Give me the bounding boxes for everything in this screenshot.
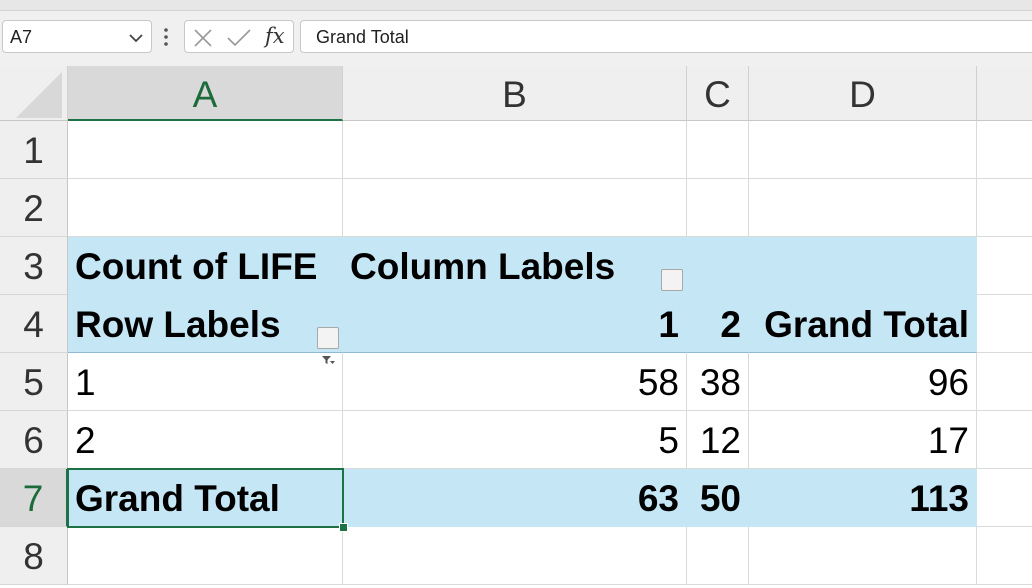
column-header-e[interactable] <box>977 66 1032 121</box>
pivot-value-field[interactable]: Count of LIFE <box>68 237 343 295</box>
pivot-row-labels-text: Row Labels <box>75 304 281 345</box>
cell-d1[interactable] <box>749 121 977 179</box>
select-all-triangle-icon <box>16 72 62 118</box>
pivot-row-total[interactable]: 17 <box>749 411 977 469</box>
cell-e4[interactable] <box>977 295 1032 353</box>
cell-b2[interactable] <box>343 179 687 237</box>
row-header-4[interactable]: 4 <box>0 295 68 353</box>
pivot-column-labels-text: Column Labels <box>350 246 616 287</box>
cancel-icon[interactable] <box>193 29 213 47</box>
formula-bar-area: A7 fx Grand Total <box>0 0 1032 66</box>
pivot-value[interactable]: 12 <box>687 411 749 469</box>
pivot-grand-total-sum[interactable]: 113 <box>749 469 977 527</box>
formula-buttons: fx <box>184 20 294 53</box>
row-header-5[interactable]: 5 <box>0 353 68 411</box>
pivot-col-key-2[interactable]: 2 <box>687 295 749 353</box>
cell-c1[interactable] <box>687 121 749 179</box>
column-header-c[interactable]: C <box>687 66 749 121</box>
cell-a1[interactable] <box>68 121 343 179</box>
more-options-icon[interactable] <box>163 27 169 47</box>
chevron-down-icon[interactable] <box>129 34 143 43</box>
row-header-6[interactable]: 6 <box>0 411 68 469</box>
cell-e8[interactable] <box>977 527 1032 585</box>
cell-d8[interactable] <box>749 527 977 585</box>
pivot-value[interactable]: 58 <box>343 353 687 411</box>
enter-check-icon[interactable] <box>226 29 252 47</box>
cell-e5[interactable] <box>977 353 1032 411</box>
cell-e3[interactable] <box>977 237 1032 295</box>
column-labels-filter-button[interactable] <box>661 269 683 306</box>
row-header-1[interactable]: 1 <box>0 121 68 179</box>
pivot-value[interactable]: 5 <box>343 411 687 469</box>
cell-c2[interactable] <box>687 179 749 237</box>
column-header-a[interactable]: A <box>68 66 343 121</box>
cell-b8[interactable] <box>343 527 687 585</box>
pivot-column-labels[interactable]: Column Labels <box>343 237 687 306</box>
cell-e6[interactable] <box>977 411 1032 469</box>
column-header-d[interactable]: D <box>749 66 977 121</box>
cell-e1[interactable] <box>977 121 1032 179</box>
insert-function-icon[interactable]: fx <box>265 24 285 48</box>
formula-input[interactable]: Grand Total <box>300 20 1032 53</box>
cell-e7[interactable] <box>977 469 1032 527</box>
formula-text: Grand Total <box>316 27 409 47</box>
cell-a8[interactable] <box>68 527 343 585</box>
row-header-8[interactable]: 8 <box>0 527 68 585</box>
row-header-7[interactable]: 7 <box>0 469 68 527</box>
cell-d2[interactable] <box>749 179 977 237</box>
cell-d3[interactable] <box>749 237 977 295</box>
name-box[interactable]: A7 <box>2 20 152 53</box>
ribbon-edge <box>0 0 1032 11</box>
pivot-grand-total-value[interactable]: 50 <box>687 469 749 527</box>
cell-b1[interactable] <box>343 121 687 179</box>
pivot-grand-total-header[interactable]: Grand Total <box>749 295 977 353</box>
pivot-row-labels[interactable]: Row Labels <box>68 295 343 364</box>
pivot-row-label[interactable]: 2 <box>68 411 343 469</box>
row-header-3[interactable]: 3 <box>0 237 68 295</box>
pivot-row-total[interactable]: 96 <box>749 353 977 411</box>
select-all-button[interactable] <box>0 66 68 121</box>
cell-e2[interactable] <box>977 179 1032 237</box>
pivot-grand-total-value[interactable]: 63 <box>343 469 687 527</box>
row-header-2[interactable]: 2 <box>0 179 68 237</box>
row-labels-filter-button[interactable] <box>317 327 339 364</box>
pivot-grand-total-label[interactable]: Grand Total <box>68 469 343 527</box>
pivot-row-label[interactable]: 1 <box>68 353 343 411</box>
cell-c3[interactable] <box>687 237 749 295</box>
worksheet-grid: A B C D 1 2 3 4 5 6 7 8 Count of LIFE Co… <box>0 66 1032 588</box>
name-box-value: A7 <box>10 27 33 47</box>
pivot-col-key-1[interactable]: 1 <box>343 295 687 353</box>
cell-a2[interactable] <box>68 179 343 237</box>
pivot-value[interactable]: 38 <box>687 353 749 411</box>
cell-c8[interactable] <box>687 527 749 585</box>
column-header-b[interactable]: B <box>343 66 687 121</box>
fill-handle[interactable] <box>339 523 348 532</box>
